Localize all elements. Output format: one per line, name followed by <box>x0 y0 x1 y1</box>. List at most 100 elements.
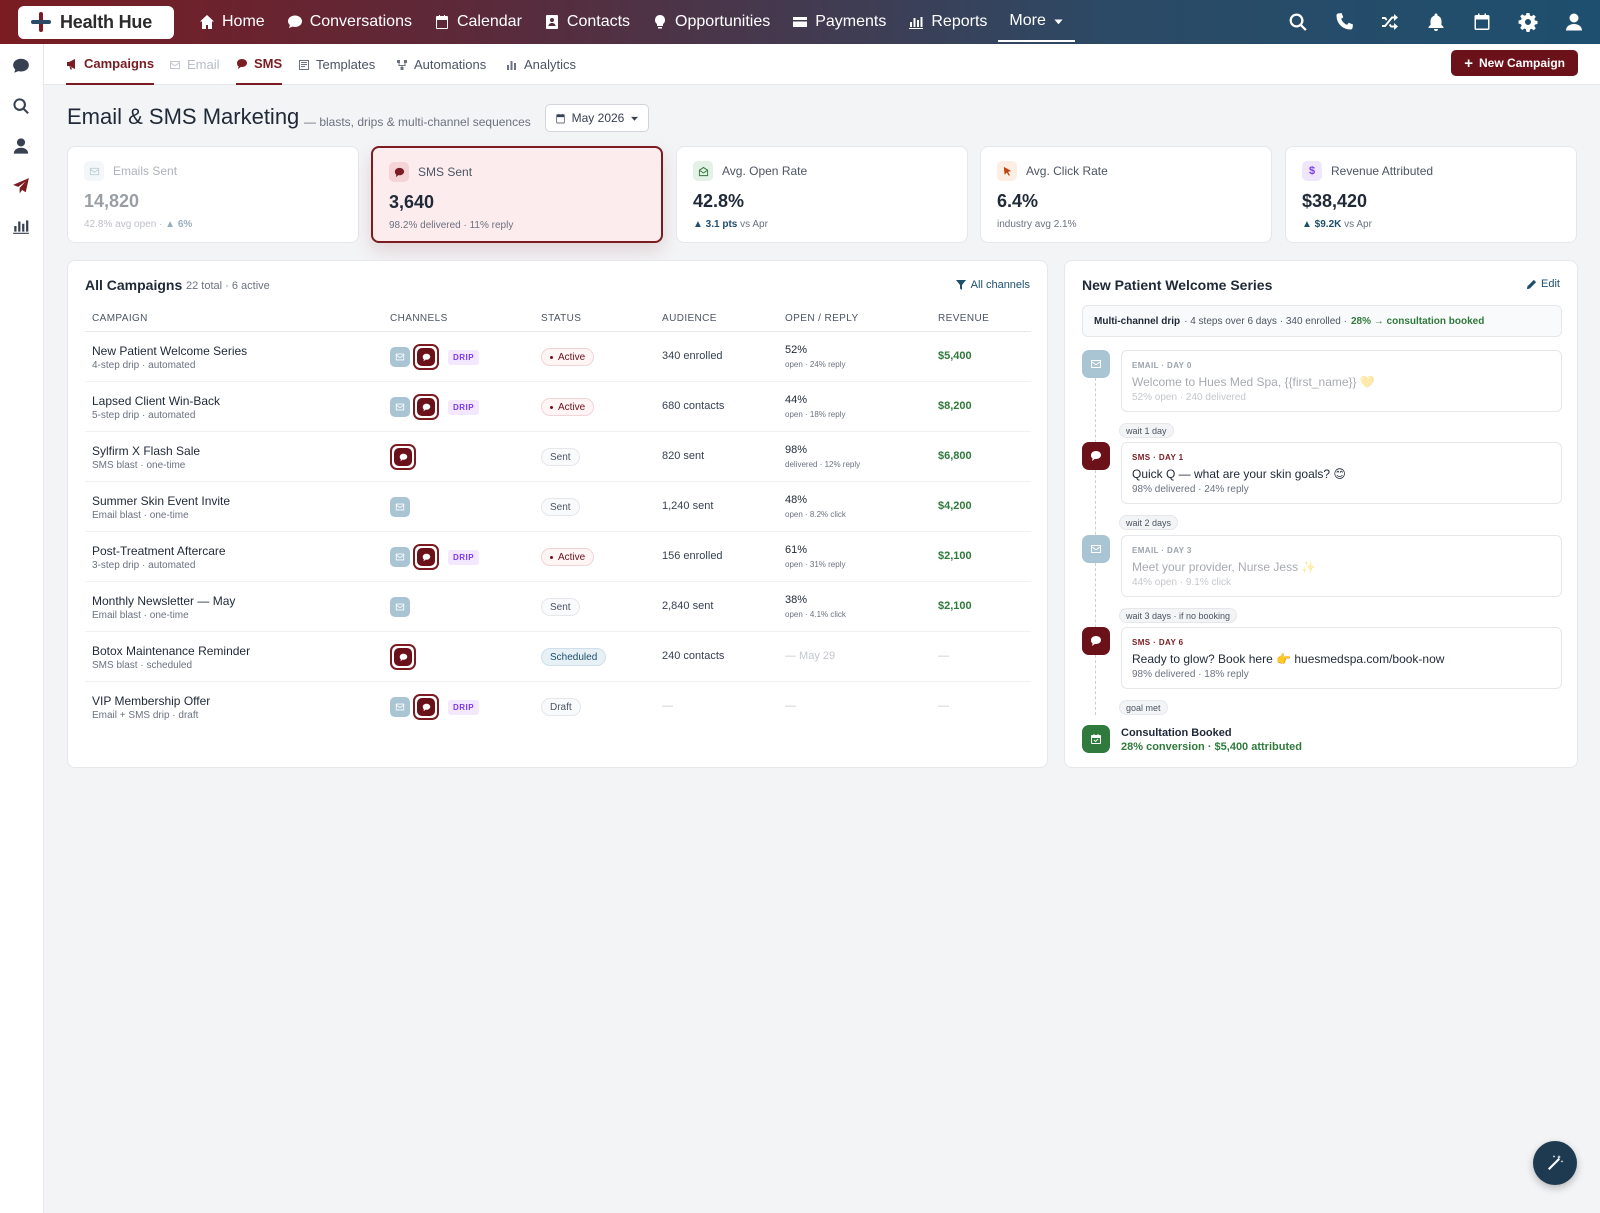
table-row[interactable]: Botox Maintenance Reminder SMS blast · s… <box>85 632 1031 682</box>
nav-contacts[interactable]: Contacts <box>533 0 641 44</box>
edit-label: Edit <box>1541 278 1560 290</box>
table-row[interactable]: Post-Treatment Aftercare 3-step drip · a… <box>85 532 1031 582</box>
audience-value: 340 enrolled <box>662 350 723 362</box>
paper-plane-icon[interactable] <box>12 177 32 197</box>
workflow-step-sms-day6[interactable]: SMS · DAY 6 Ready to glow? Book here 👉 h… <box>1121 627 1562 689</box>
channel-filter[interactable]: All channels <box>955 279 1030 291</box>
step-kicker: SMS · DAY 1 <box>1132 453 1184 462</box>
audience-value: 156 enrolled <box>662 550 723 562</box>
ai-assistant-button[interactable] <box>1533 1141 1577 1185</box>
user-icon[interactable] <box>1564 12 1584 32</box>
campaign-name: VIP Membership Offer <box>92 694 211 708</box>
tab-templates[interactable]: Templates <box>298 44 375 85</box>
audience-value: — <box>662 700 673 712</box>
table-row[interactable]: Monthly Newsletter — May Email blast · o… <box>85 582 1031 632</box>
stat-sub: vs Apr <box>1344 219 1372 230</box>
stat-sub: 98.2% delivered · 11% reply <box>389 220 514 231</box>
open-reply-value: — <box>785 700 796 712</box>
workflow-title: New Patient Welcome Series <box>1082 277 1273 293</box>
column-header-open-reply[interactable]: Open / Reply <box>785 313 859 324</box>
tab-automations[interactable]: Automations <box>396 44 486 85</box>
table-row[interactable]: Lapsed Client Win-Back 5-step drip · aut… <box>85 382 1031 432</box>
sms-icon <box>413 394 439 420</box>
caret-down-icon <box>1054 18 1063 24</box>
magic-wand-icon <box>1548 1155 1564 1170</box>
nav-reports[interactable]: Reports <box>897 0 998 44</box>
column-header-status[interactable]: Status <box>541 313 581 324</box>
column-header-audience[interactable]: Audience <box>662 313 717 324</box>
channel-badges <box>390 594 410 620</box>
nav-home[interactable]: Home <box>188 0 276 44</box>
revenue-value: — <box>938 700 949 712</box>
table-row[interactable]: Sylfirm X Flash Sale SMS blast · one-tim… <box>85 432 1031 482</box>
filter-icon <box>955 280 966 290</box>
wait-badge: wait 3 days · if no booking <box>1119 608 1238 623</box>
phone-icon[interactable] <box>1334 12 1354 32</box>
audience-value: 820 sent <box>662 450 705 462</box>
step-kicker: SMS · DAY 6 <box>1132 638 1184 647</box>
shuffle-icon[interactable] <box>1380 12 1400 32</box>
open-reply-value: — May 29 <box>785 650 836 662</box>
megaphone-icon <box>67 58 75 69</box>
table-row[interactable]: New Patient Welcome Series 4-step drip ·… <box>85 332 1031 382</box>
wait-badge: wait 2 days <box>1119 515 1179 530</box>
month-picker[interactable]: May 2026 <box>545 104 649 132</box>
stat-click-rate[interactable]: Avg. Click Rate 6.4% industry avg 2.1% <box>980 146 1272 243</box>
nav-conversations[interactable]: Conversations <box>276 0 423 44</box>
edit-workflow-link[interactable]: Edit <box>1526 278 1560 290</box>
user-icon[interactable] <box>12 137 32 157</box>
open-reply-detail: open · 24% reply <box>785 360 846 369</box>
workflow-step-email-day3[interactable]: EMAIL · DAY 3 Meet your provider, Nurse … <box>1121 535 1562 597</box>
timeline-connector <box>1095 655 1096 715</box>
audience-value: 1,240 sent <box>662 500 714 512</box>
search-icon[interactable] <box>12 97 32 117</box>
tab-email[interactable]: Email <box>169 44 220 85</box>
revenue-value: $8,200 <box>938 400 972 412</box>
open-reply-value: 48% <box>785 494 808 506</box>
stat-emails-sent[interactable]: Emails Sent 14,820 42.8% avg open · ▲ 6% <box>67 146 359 243</box>
search-icon[interactable] <box>1288 12 1308 32</box>
chat-bubble-icon[interactable] <box>12 57 32 77</box>
nav-payments[interactable]: Payments <box>781 0 897 44</box>
tab-sms[interactable]: SMS <box>236 44 283 85</box>
channel-badges <box>390 444 416 470</box>
column-header-campaign[interactable]: Campaign <box>92 313 148 324</box>
cursor-icon <box>997 161 1017 181</box>
stat-value: 6.4% <box>997 191 1039 211</box>
open-reply-detail: open · 31% reply <box>785 560 846 569</box>
stat-open-rate[interactable]: Avg. Open Rate 42.8% ▲ 3.1 pts vs Apr <box>676 146 968 243</box>
stat-revenue[interactable]: $ Revenue Attributed $38,420 ▲ $9.2K vs … <box>1285 146 1577 243</box>
brand-logo[interactable]: Health Hue <box>18 5 174 39</box>
table-row[interactable]: Summer Skin Event Invite Email blast · o… <box>85 482 1031 532</box>
stat-sms-sent[interactable]: SMS Sent 3,640 98.2% delivered · 11% rep… <box>371 146 663 243</box>
table-row[interactable]: VIP Membership Offer Email + SMS drip · … <box>85 682 1031 732</box>
calendar-icon[interactable] <box>1472 12 1492 32</box>
campaign-name: Botox Maintenance Reminder <box>92 644 251 658</box>
bar-chart-icon[interactable] <box>12 217 32 237</box>
new-campaign-button[interactable]: + New Campaign <box>1451 50 1578 76</box>
drip-badge: DRIP <box>448 549 480 565</box>
envelope-icon <box>390 497 410 517</box>
nav-calendar[interactable]: Calendar <box>423 0 533 44</box>
gear-icon[interactable] <box>1518 12 1538 32</box>
tab-analytics[interactable]: Analytics <box>506 44 576 85</box>
column-header-revenue[interactable]: Revenue <box>938 313 989 324</box>
dollar-icon: $ <box>1302 161 1322 181</box>
stat-delta: ▲ $9.2K <box>1302 219 1342 230</box>
stat-label: Emails Sent <box>113 164 178 178</box>
sms-icon <box>389 162 409 182</box>
column-header-channels[interactable]: Channels <box>390 313 448 324</box>
nav-more[interactable]: More <box>998 2 1075 42</box>
summary-type: Multi-channel drip <box>1094 315 1181 327</box>
bell-icon[interactable] <box>1426 12 1446 32</box>
envelope-open-icon <box>693 161 713 181</box>
nav-opportunities[interactable]: Opportunities <box>641 0 781 44</box>
workflow-step-email-day0[interactable]: EMAIL · DAY 0 Welcome to Hues Med Spa, {… <box>1121 350 1562 412</box>
envelope-icon <box>390 547 410 567</box>
step-message: Ready to glow? Book here 👉 huesmedspa.co… <box>1132 652 1445 666</box>
credit-card-icon <box>793 17 808 27</box>
step-kicker: EMAIL · DAY 0 <box>1132 361 1192 370</box>
workflow-step-sms-day1[interactable]: SMS · DAY 1 Quick Q — what are your skin… <box>1121 442 1562 504</box>
channel-badges: DRIP <box>390 344 480 370</box>
tab-campaigns[interactable]: Campaigns <box>66 44 155 85</box>
